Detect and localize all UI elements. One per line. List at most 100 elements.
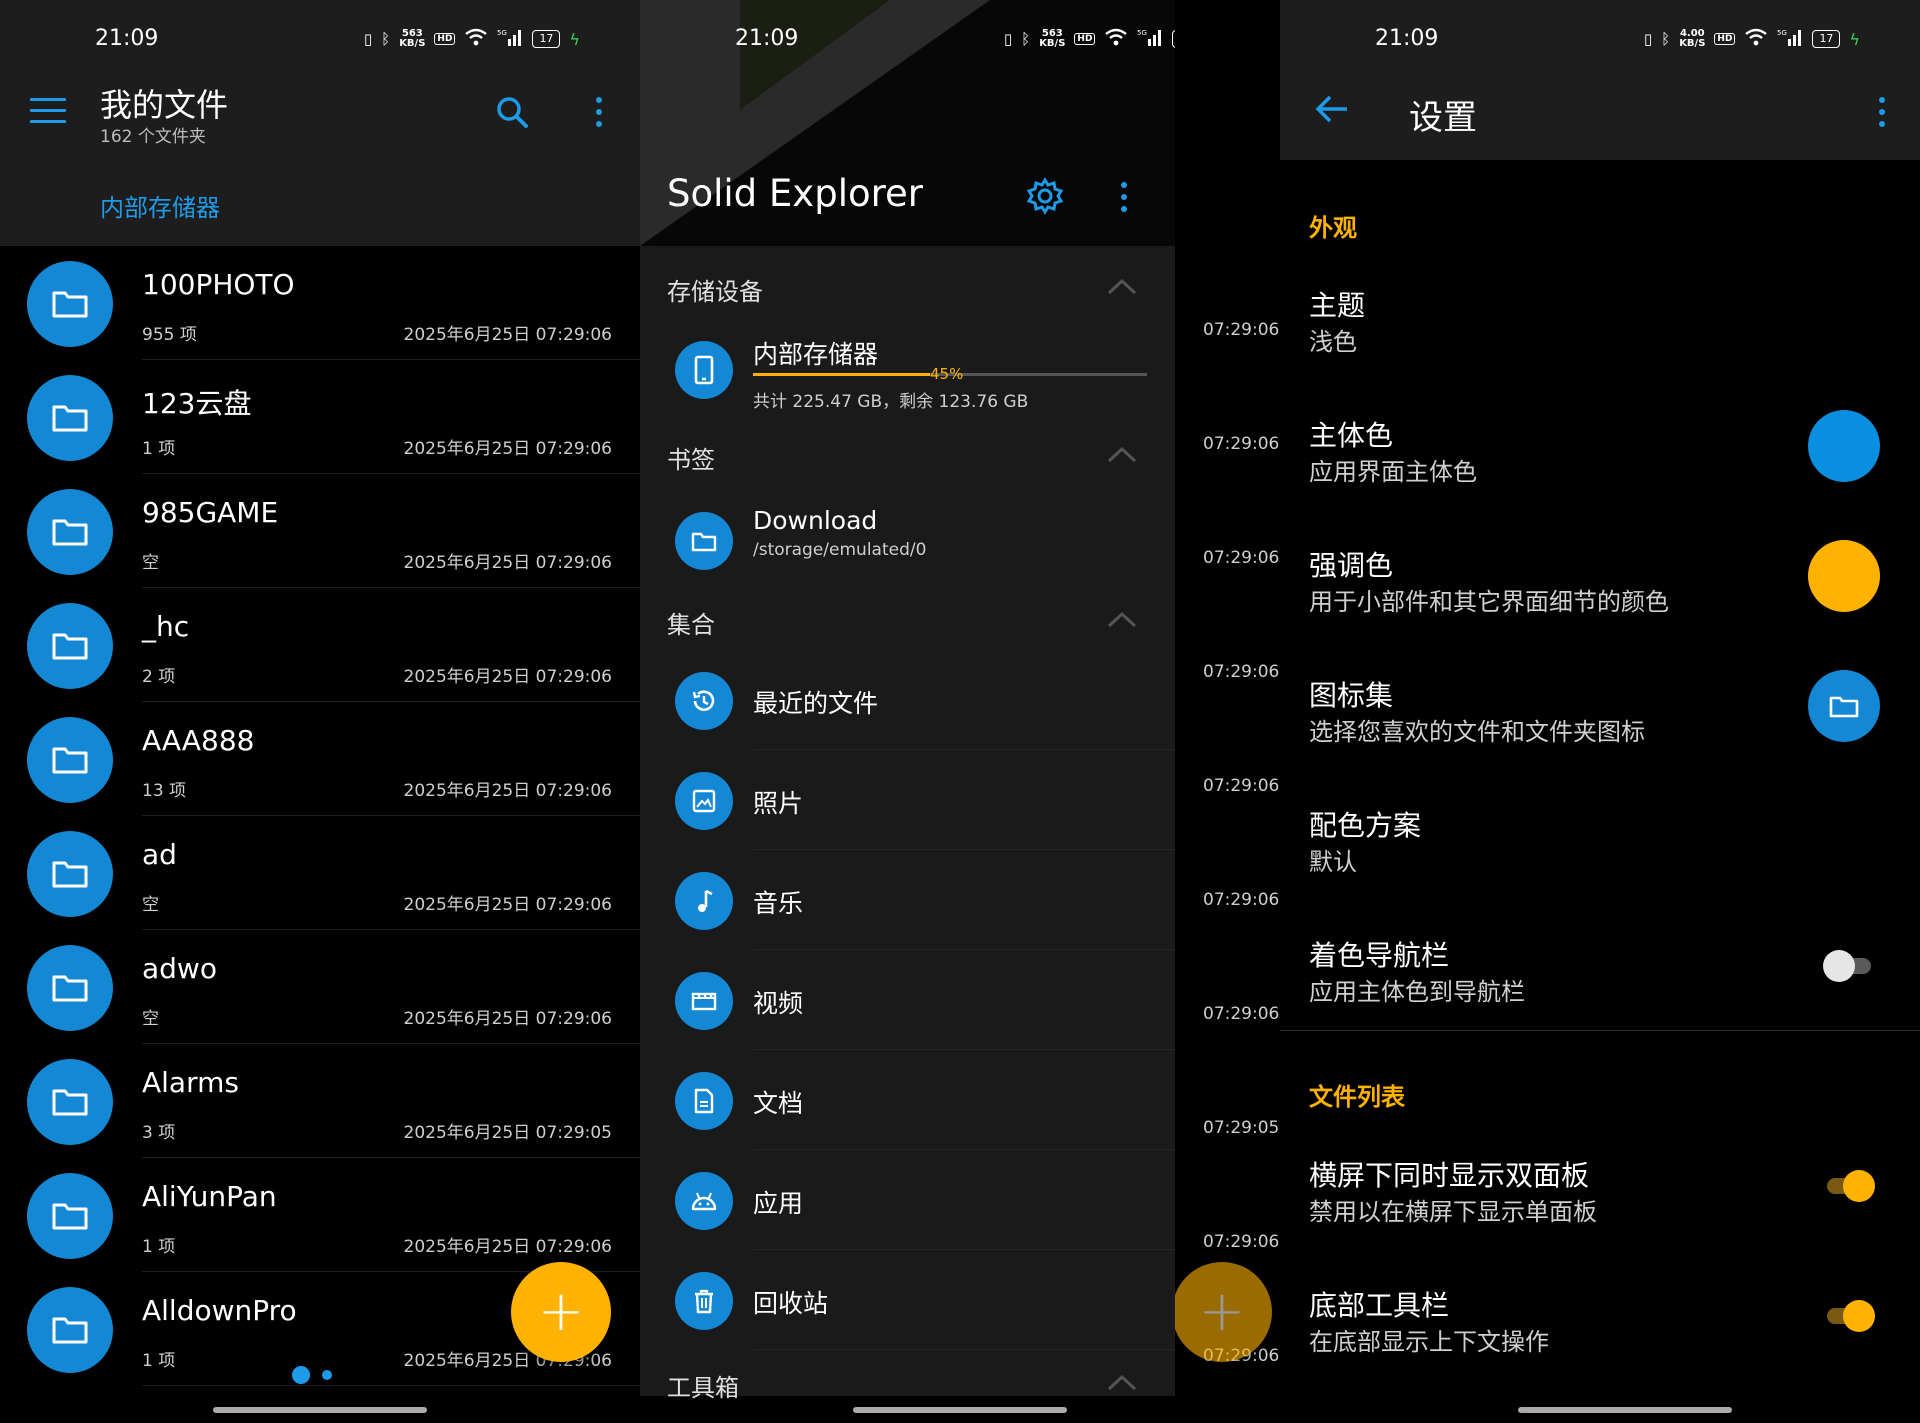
modified-date: 2025年6月25日 07:29:06: [403, 1009, 612, 1029]
collection-item[interactable]: 照片: [640, 750, 1175, 850]
setting-subtitle: 应用界面主体色: [1309, 458, 1477, 486]
drawer-header: 21:09 ▯ ᛒ 563 KB/S HD 5G 17 ϟ Solid Expl: [640, 0, 1175, 246]
storage-info: 共计 225.47 GB，剩余 123.76 GB: [753, 392, 1029, 412]
setting-title: 强调色: [1309, 549, 1394, 582]
background-time: 07:29:05: [1203, 1118, 1280, 1138]
background-time: 07:29:06: [1203, 548, 1280, 568]
internal-storage-item[interactable]: 内部存储器 45% 共计 225.47 GB，剩余 123.76 GB: [640, 325, 1175, 415]
pager-dots: [292, 1366, 332, 1384]
folder-icon[interactable]: [27, 1059, 113, 1145]
modified-date: 2025年6月25日 07:29:06: [403, 781, 612, 801]
bookmark-download-item[interactable]: Download /storage/emulated/0: [640, 500, 1175, 590]
file-row[interactable]: 123云盘 1 项 2025年6月25日 07:29:06: [0, 360, 640, 474]
svg-text:5G: 5G: [1137, 29, 1147, 37]
category-file-list: 文件列表: [1309, 1083, 1405, 1111]
storage-name: 内部存储器: [753, 340, 879, 369]
collection-item[interactable]: 应用: [640, 1150, 1175, 1250]
file-row[interactable]: 985GAME 空 2025年6月25日 07:29:06: [0, 474, 640, 588]
collection-label: 音乐: [753, 889, 804, 918]
folder-icon[interactable]: [27, 375, 113, 461]
setting-subtitle: 应用主体色到导航栏: [1309, 978, 1525, 1006]
wifi-icon: [464, 28, 488, 50]
file-list-appbar: 21:09 ▯ ᛒ 563 KB/S HD 5G 17 ϟ 我的文件 162 个…: [0, 0, 640, 246]
collapse-chevron-icon[interactable]: [1107, 609, 1137, 629]
file-list: 100PHOTO 955 项 2025年6月25日 07:29:06 123云盘 1 项…: [0, 246, 640, 1386]
navigation-drawer: 21:09 ▯ ᛒ 563 KB/S HD 5G 17 ϟ Solid Expl: [640, 0, 1175, 1402]
setting-subtitle: 浅色: [1309, 328, 1357, 356]
file-list-screen: 21:09 ▯ ᛒ 563 KB/S HD 5G 17 ϟ 我的文件 162 个…: [0, 0, 640, 1423]
item-count: 13 项: [142, 781, 187, 801]
modified-date: 2025年6月25日 07:29:06: [403, 439, 612, 459]
hamburger-menu-icon[interactable]: [30, 98, 66, 124]
folder-icon[interactable]: [27, 261, 113, 347]
gesture-bar: [1518, 1407, 1732, 1413]
collection-item[interactable]: 音乐: [640, 850, 1175, 950]
tint-navbar-toggle[interactable]: [1823, 950, 1875, 982]
more-options-icon[interactable]: [1878, 97, 1886, 127]
android-icon: [675, 1172, 733, 1230]
file-row[interactable]: AliYunPan 1 项 2025年6月25日 07:29:06: [0, 1158, 640, 1272]
file-row[interactable]: ad 空 2025年6月25日 07:29:06: [0, 816, 640, 930]
bottom-toolbar-toggle[interactable]: [1823, 1300, 1875, 1332]
folder-name: ad: [142, 838, 177, 871]
folder-icon[interactable]: [27, 489, 113, 575]
folder-icon[interactable]: [27, 1173, 113, 1259]
status-icons: ▯ ᛒ 4.00 KB/S HD 5G 17 ϟ: [1644, 28, 1860, 50]
collection-item[interactable]: 回收站: [640, 1250, 1175, 1350]
folder-icon[interactable]: [27, 831, 113, 917]
collection-item[interactable]: 最近的文件: [640, 650, 1175, 750]
app-title: Solid Explorer: [667, 172, 923, 215]
file-row[interactable]: adwo 空 2025年6月25日 07:29:06: [0, 930, 640, 1044]
breadcrumb[interactable]: 内部存储器: [100, 188, 220, 223]
file-row[interactable]: 100PHOTO 955 项 2025年6月25日 07:29:06: [0, 246, 640, 360]
accent-color-swatch[interactable]: [1808, 540, 1880, 612]
more-options-icon[interactable]: [595, 97, 603, 127]
search-icon[interactable]: [495, 95, 529, 129]
history-icon: [675, 672, 733, 730]
status-icons: ▯ ᛒ 563 KB/S HD 5G 17 ϟ: [364, 28, 580, 50]
vibrate-icon: ▯: [363, 30, 373, 48]
settings-screen: 21:09 ▯ ᛒ 4.00 KB/S HD 5G 17 ϟ 设置 外观 主题 …: [1280, 0, 1920, 1423]
setting-theme[interactable]: 主题 浅色: [1280, 284, 1920, 394]
drawer-screen: 07:29:06 07:29:06 07:29:06 07:29:06 07:29:06…: [640, 0, 1280, 1423]
setting-color-scheme[interactable]: 配色方案 默认: [1280, 804, 1920, 914]
setting-title: 主题: [1309, 289, 1366, 322]
dual-pane-toggle[interactable]: [1823, 1170, 1875, 1202]
modified-date: 2025年6月25日 07:29:06: [403, 667, 612, 687]
section-tools-header: 工具箱: [667, 1374, 739, 1402]
folder-name: 985GAME: [142, 496, 279, 529]
settings-gear-icon[interactable]: [1025, 176, 1065, 216]
setting-title: 图标集: [1309, 679, 1394, 712]
pager-dot: [322, 1370, 332, 1380]
collection-item[interactable]: 视频: [640, 950, 1175, 1050]
status-icons: ▯ ᛒ 563 KB/S HD 5G 17 ϟ: [1004, 28, 1175, 50]
file-row[interactable]: AAA888 13 项 2025年6月25日 07:29:06: [0, 702, 640, 816]
page-title: 我的文件: [100, 86, 229, 124]
add-fab-button[interactable]: +: [511, 1262, 611, 1362]
setting-subtitle: 在底部显示上下文操作: [1309, 1328, 1549, 1356]
folder-icon[interactable]: [27, 945, 113, 1031]
page-title: 设置: [1409, 98, 1477, 138]
wifi-icon: [1104, 28, 1128, 50]
status-bar: 21:09 ▯ ᛒ 563 KB/S HD 5G 17 ϟ: [0, 0, 640, 80]
folder-icon[interactable]: [27, 717, 113, 803]
folder-icon[interactable]: [27, 1287, 113, 1373]
primary-color-swatch[interactable]: [1808, 410, 1880, 482]
back-arrow-icon[interactable]: [1314, 94, 1350, 124]
pager-dot-active: [292, 1366, 310, 1384]
bookmark-name: Download: [753, 506, 878, 535]
charging-icon: ϟ: [569, 29, 580, 49]
collapse-chevron-icon[interactable]: [1107, 276, 1137, 296]
file-row[interactable]: Alarms 3 项 2025年6月25日 07:29:05: [0, 1044, 640, 1158]
folder-icon[interactable]: [1808, 670, 1880, 742]
collection-item[interactable]: 文档: [640, 1050, 1175, 1150]
category-appearance: 外观: [1309, 214, 1357, 242]
setting-title: 着色导航栏: [1309, 939, 1450, 972]
more-options-icon[interactable]: [1120, 182, 1128, 212]
folder-icon[interactable]: [27, 603, 113, 689]
gesture-bar: [853, 1407, 1067, 1413]
setting-title: 横屏下同时显示双面板: [1309, 1159, 1590, 1192]
file-row[interactable]: _hc 2 项 2025年6月25日 07:29:06: [0, 588, 640, 702]
collapse-chevron-icon[interactable]: [1107, 1372, 1137, 1392]
collapse-chevron-icon[interactable]: [1107, 444, 1137, 464]
